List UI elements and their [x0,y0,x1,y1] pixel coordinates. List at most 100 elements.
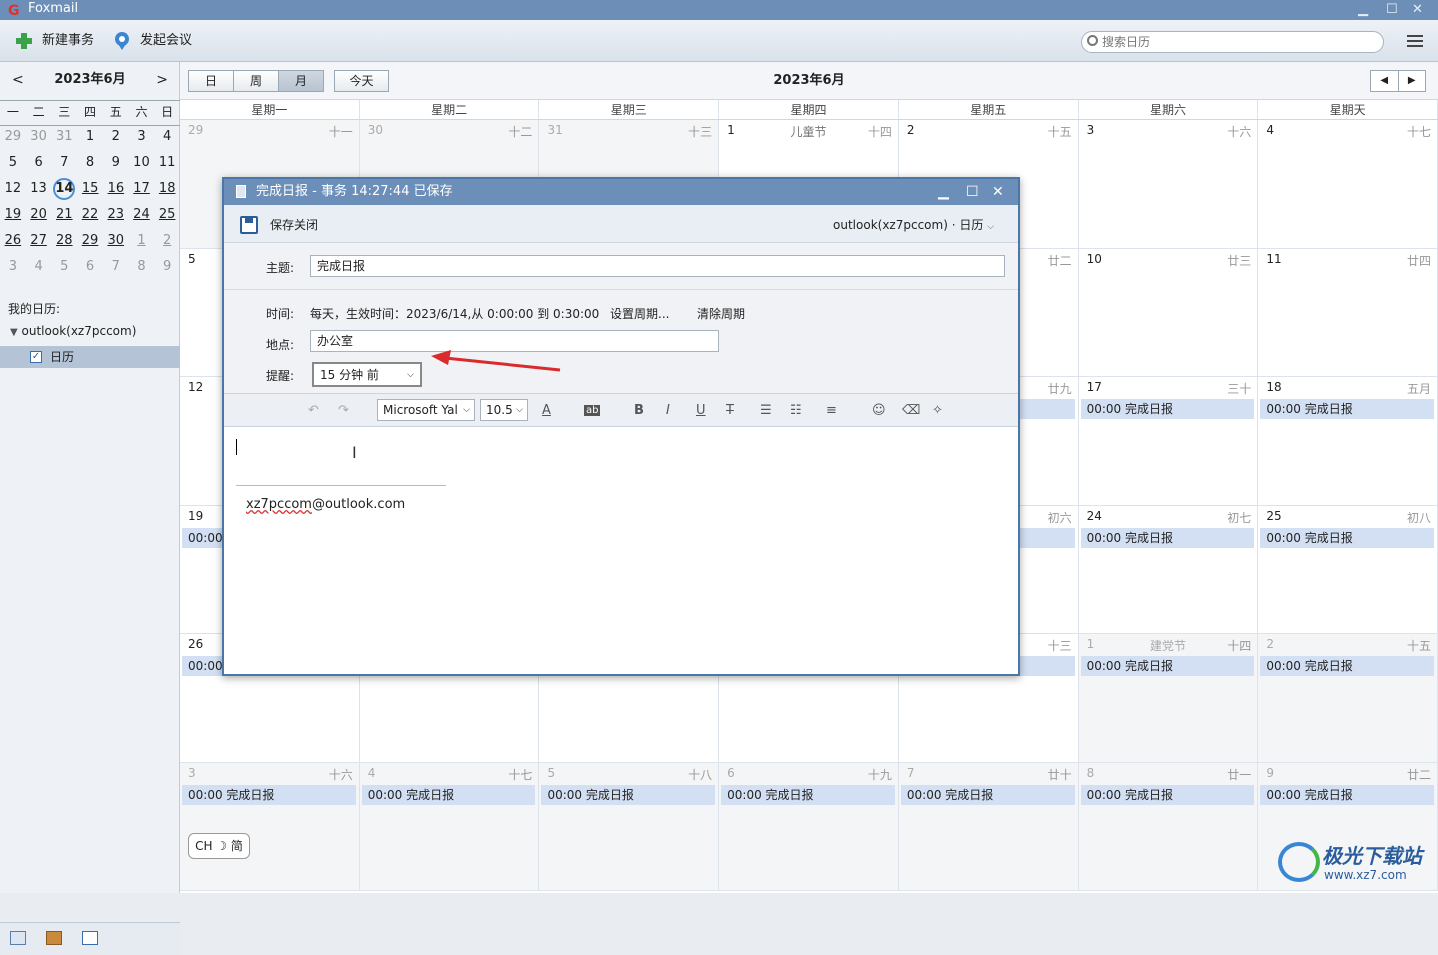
mini-day[interactable]: 8 [129,256,155,282]
calendar-item[interactable]: ✓ 日历 [0,346,180,368]
mini-day[interactable]: 10 [129,152,155,178]
event-item[interactable]: 00:00 完成日报 [1260,656,1435,676]
event-item[interactable]: 00:00 完成日报 [1080,656,1255,676]
event-item[interactable]: 00:00 完成日报 [1080,784,1255,805]
font-select[interactable]: Microsoft Yal ⌵ [377,399,475,421]
redo-icon[interactable]: ↷ [338,403,349,418]
next-month-icon[interactable]: ▶ [1397,71,1426,91]
font-size-select[interactable]: 10.5 ⌵ [480,399,528,421]
event-notes-editor[interactable]: I xz7pccom@outlook.com [224,427,1018,674]
mini-day[interactable]: 30 [26,126,52,152]
mini-day[interactable]: 5 [51,256,77,282]
minimize-icon[interactable]: ▁ [1358,1,1368,19]
day-cell[interactable]: 10 廿三 [1078,248,1259,377]
mini-day[interactable]: 17 [129,178,155,204]
contacts-icon[interactable] [46,931,62,945]
align-icon[interactable]: ≡ [826,403,837,418]
mini-day[interactable]: 23 [103,204,129,230]
mini-next-icon[interactable]: > [156,62,168,98]
mini-day[interactable]: 19 [0,204,26,230]
expand-triangle-icon[interactable]: ▼ [10,327,18,338]
day-cell[interactable]: 7 廿十 00:00 完成日报 [898,762,1079,891]
day-cell[interactable]: 4 十七 00:00 完成日报 [359,762,540,891]
subject-field[interactable]: 完成日报 [310,255,1005,277]
mini-day[interactable]: 27 [26,230,52,256]
calendar-checkbox[interactable]: ✓ [30,351,42,363]
new-event-button[interactable]: 新建事务 [14,31,94,51]
close-icon[interactable]: ✕ [1412,1,1423,19]
today-button[interactable]: 今天 [334,70,389,92]
mini-day[interactable]: 2 [154,230,180,256]
event-item[interactable]: 00:00 完成日报 [900,784,1075,805]
mini-day[interactable]: 15 [77,178,103,204]
emoji-icon[interactable]: ☺ [872,403,886,418]
italic-icon[interactable]: I [666,403,670,418]
view-month-button[interactable]: 月 [278,70,324,92]
mini-day[interactable]: 16 [103,178,129,204]
mini-day[interactable]: 9 [154,256,180,282]
day-cell[interactable]: 6 十九 00:00 完成日报 [719,762,899,891]
mini-day[interactable]: 20 [26,204,52,230]
day-cell[interactable]: 24 初七 00:00 完成日报 [1078,505,1259,634]
ime-indicator[interactable]: CH ☽ 简 [188,833,250,859]
mini-day[interactable]: 24 [129,204,155,230]
mini-day[interactable]: 3 [0,256,26,282]
bullet-list-icon[interactable]: ☰ [760,403,772,418]
mini-day[interactable]: 6 [26,152,52,178]
day-cell[interactable]: 3 十六 [1078,120,1259,249]
numbered-list-icon[interactable]: ☷ [790,403,802,418]
event-item[interactable]: 00:00 完成日报 [1080,399,1255,419]
mini-prev-icon[interactable]: < [12,62,24,98]
mini-day[interactable]: 29 [0,126,26,152]
event-item[interactable]: 00:00 完成日报 [182,784,356,805]
dialog-maximize-icon[interactable]: ☐ [966,179,979,205]
bold-icon[interactable]: B [634,403,644,418]
mini-day[interactable]: 1 [129,230,155,256]
mini-day[interactable]: 18 [154,178,180,204]
mini-day[interactable]: 13 [26,178,52,204]
event-item[interactable]: 00:00 完成日报 [361,784,536,805]
view-week-button[interactable]: 周 [233,70,279,92]
clear-format-icon[interactable]: ⌫ [902,403,920,418]
dialog-close-icon[interactable]: ✕ [992,179,1004,205]
reminder-select[interactable]: 15 分钟 前 ⌵ [312,362,422,387]
event-item[interactable]: 00:00 完成日报 [1260,784,1435,805]
mini-day[interactable]: 7 [103,256,129,282]
day-cell[interactable]: 8 廿一 00:00 完成日报 [1078,762,1259,891]
search-input[interactable]: 搜索日历 [1081,31,1384,53]
mini-day[interactable]: 3 [129,126,155,152]
day-cell[interactable]: 25 初八 00:00 完成日报 [1258,505,1438,634]
magic-wand-icon[interactable]: ✧ [932,403,943,418]
day-cell[interactable]: 1 建党节 十四 00:00 完成日报 [1078,634,1259,763]
undo-icon[interactable]: ↶ [308,403,319,418]
mini-day[interactable]: 1 [77,126,103,152]
font-color-icon[interactable]: A [542,403,551,418]
mini-day[interactable]: 6 [77,256,103,282]
day-cell[interactable]: 18 五月 00:00 完成日报 [1258,377,1438,506]
view-day-button[interactable]: 日 [188,70,234,92]
mini-day[interactable]: 22 [77,204,103,230]
mini-day[interactable]: 12 [0,178,26,204]
account-node[interactable]: ▼ outlook(xz7pccom) [10,324,136,338]
highlight-icon[interactable]: ab [584,405,601,416]
event-item[interactable]: 00:00 完成日报 [721,784,895,805]
mini-day[interactable]: 11 [154,152,180,178]
day-cell[interactable]: 3 十六 00:00 完成日报 [180,762,360,891]
prev-month-icon[interactable]: ◀ [1371,71,1398,91]
mini-day[interactable]: 30 [103,230,129,256]
clear-recurrence-link[interactable]: 清除周期 [697,305,745,322]
menu-icon[interactable] [1407,35,1423,49]
mail-icon[interactable] [10,931,26,945]
event-item[interactable]: 00:00 完成日报 [541,784,716,805]
mini-day[interactable]: 14 [53,178,76,200]
day-cell[interactable]: 4 十七 [1258,120,1438,249]
mini-day[interactable]: 21 [51,204,77,230]
mini-day[interactable]: 4 [154,126,180,152]
mini-day[interactable]: 4 [26,256,52,282]
mini-day[interactable]: 26 [0,230,26,256]
mini-day[interactable]: 7 [51,152,77,178]
mini-day[interactable]: 5 [0,152,26,178]
event-item[interactable]: 00:00 完成日报 [1260,399,1435,419]
mini-day[interactable]: 9 [103,152,129,178]
mini-day[interactable]: 8 [77,152,103,178]
